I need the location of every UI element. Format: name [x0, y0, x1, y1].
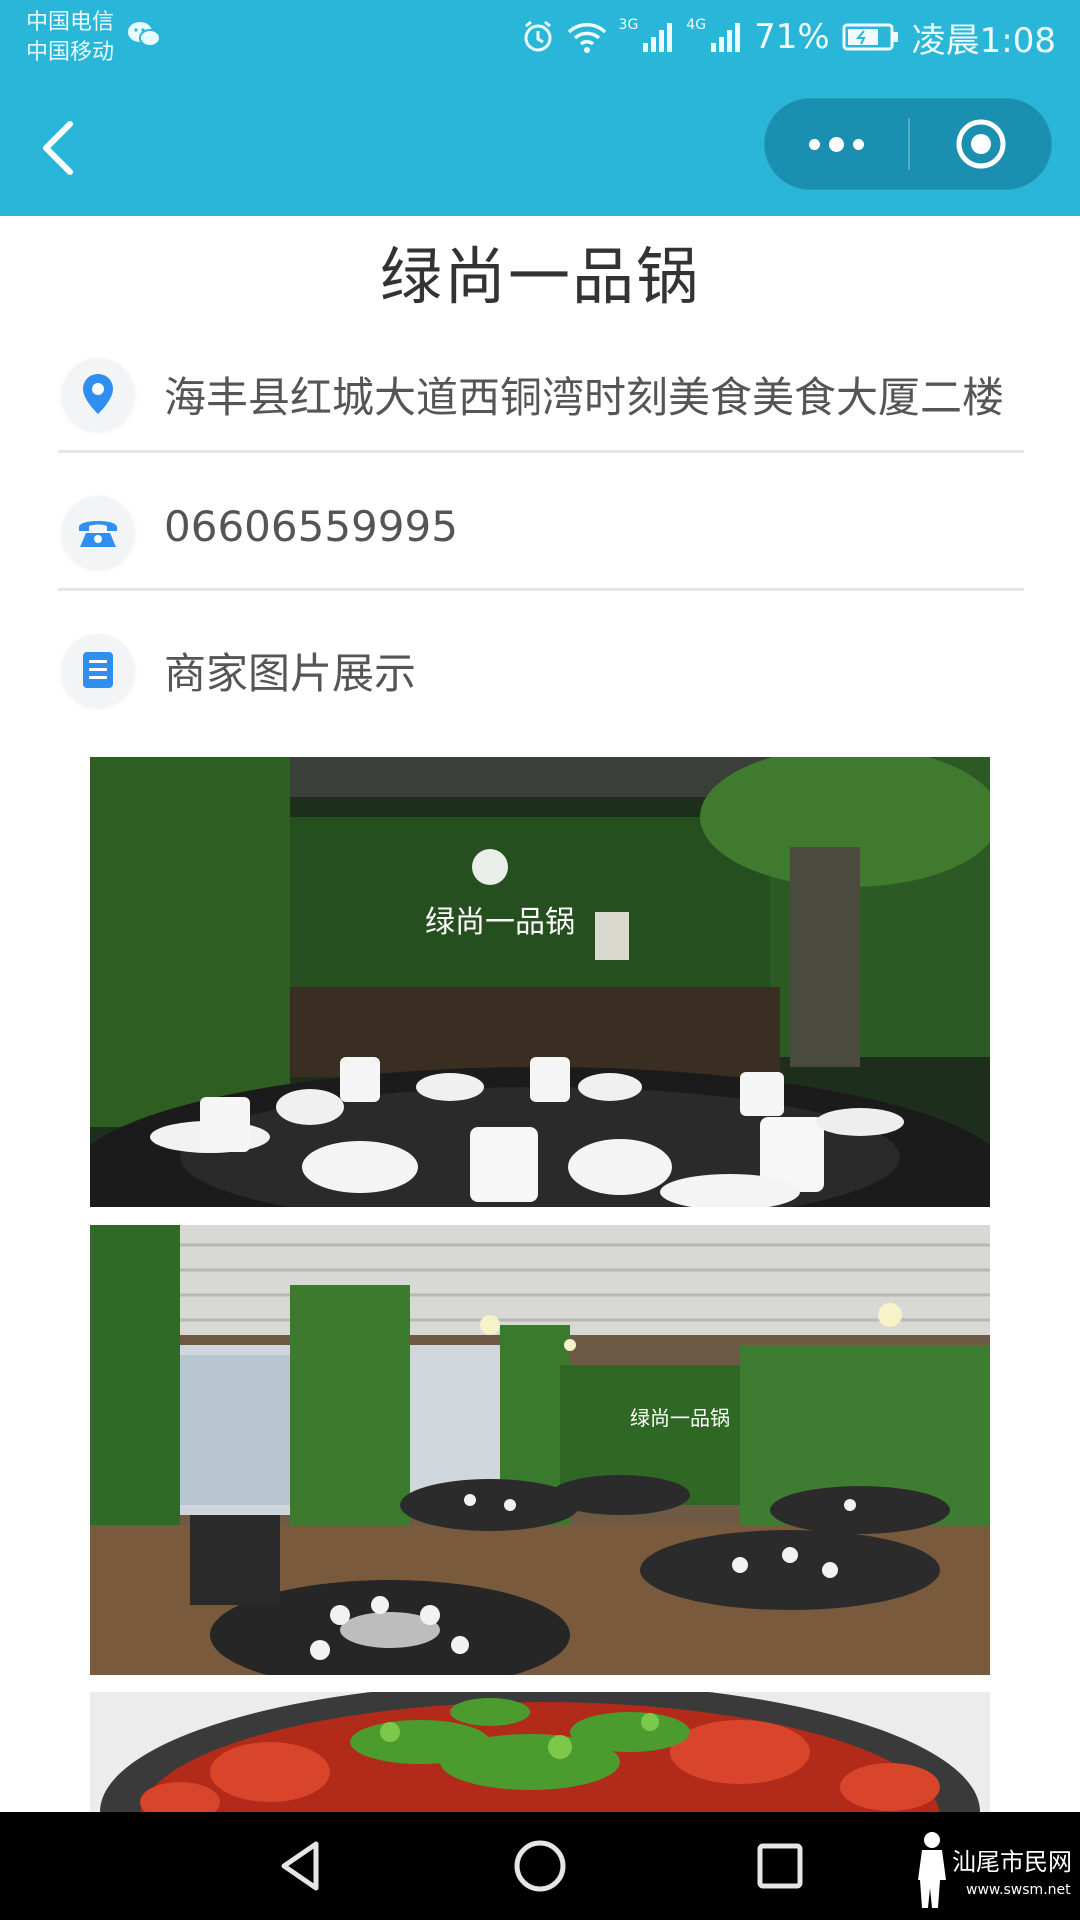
restaurant-interior-photo-2[interactable]: 绿尚一品锅	[90, 1225, 990, 1675]
target-circle-icon	[956, 119, 1006, 169]
telephone-icon	[62, 496, 134, 568]
photos-label: 商家图片展示	[164, 649, 417, 698]
back-triangle-icon[interactable]	[270, 1836, 330, 1900]
signal-icon-2	[710, 21, 742, 53]
address-text: 海丰县红城大道西铜湾时刻美食美食大厦二楼	[164, 373, 1005, 422]
more-dots-icon	[808, 138, 820, 150]
address-row[interactable]: 海丰县红城大道西铜湾时刻美食美食大厦二楼	[58, 330, 1024, 453]
carrier-info: 中国电信 中国移动	[26, 8, 114, 68]
wifi-icon	[567, 20, 607, 54]
more-button[interactable]	[764, 98, 908, 190]
more-dot	[852, 138, 864, 150]
status-bar: 中国电信 中国移动 3G 4G 71% 凌晨1:08	[0, 0, 1080, 80]
photo1-sign-text: 绿尚一品锅	[425, 905, 575, 940]
site-watermark: 汕尾市民网 www.swsm.net	[912, 1830, 1078, 1914]
status-indicators: 3G 4G 71% 凌晨1:08	[521, 14, 1056, 61]
page-title: 绿尚一品锅	[379, 240, 700, 313]
wechat-icon	[126, 20, 162, 54]
watermark-url: www.swsm.net	[966, 1882, 1071, 1898]
clock: 凌晨1:08	[911, 20, 1056, 61]
phone-text: 06606559995	[164, 502, 458, 551]
signal-icon	[642, 21, 674, 53]
person-silhouette-icon	[918, 1832, 946, 1908]
restaurant-interior-photo-1[interactable]: 绿尚一品锅	[90, 757, 990, 1207]
watermark-text: 汕尾市民网	[952, 1848, 1072, 1876]
location-pin-icon	[62, 358, 134, 430]
phone-row[interactable]: 06606559995	[58, 468, 1024, 591]
close-button[interactable]	[910, 98, 1052, 190]
home-circle-icon[interactable]	[510, 1836, 570, 1900]
mini-program-capsule	[764, 98, 1052, 190]
photo2-sign-text: 绿尚一品锅	[630, 1406, 730, 1430]
recents-square-icon[interactable]	[750, 1836, 810, 1900]
more-dot	[828, 136, 844, 152]
photos-row: 商家图片展示	[58, 606, 1024, 726]
alarm-icon	[521, 20, 555, 54]
crayfish-dish-photo[interactable]	[90, 1692, 990, 1812]
battery-percent: 71%	[754, 17, 830, 57]
back-button[interactable]	[34, 116, 84, 180]
app-header: 中国电信 中国移动 3G 4G 71% 凌晨1:08	[0, 0, 1080, 216]
network-type-2: 4G	[686, 17, 707, 33]
chevron-left-icon	[43, 121, 73, 175]
document-list-icon	[62, 634, 134, 706]
network-type-1: 3G	[618, 17, 639, 33]
navigation-bar	[0, 80, 1080, 216]
carrier-1: 中国电信	[26, 10, 115, 35]
carrier-2: 中国移动	[26, 40, 115, 65]
battery-icon	[842, 22, 900, 52]
